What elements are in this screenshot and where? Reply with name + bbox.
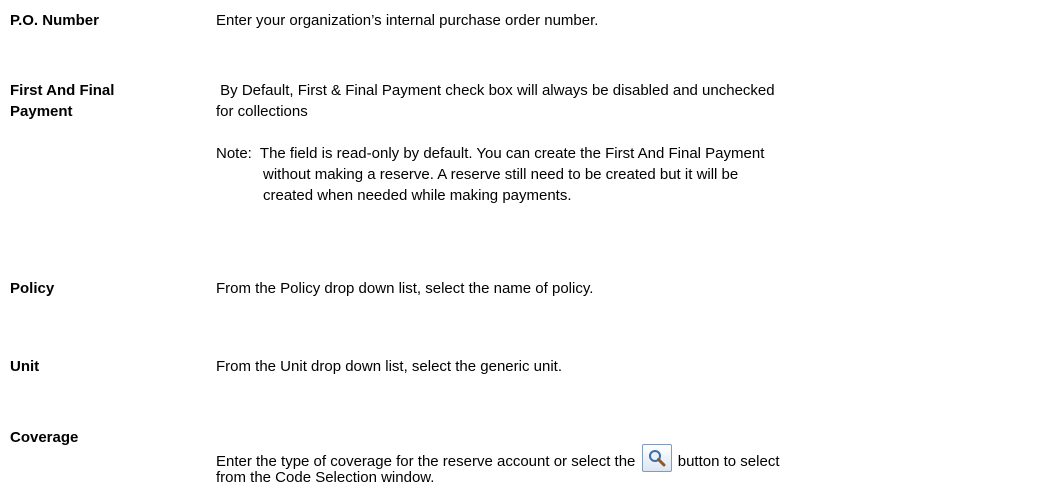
desc-coverage-after-icon: button to select: [677, 453, 780, 470]
code-selection-search-button[interactable]: [641, 444, 672, 472]
term-coverage: Coverage: [10, 429, 79, 446]
desc-po-number: Enter your organization’s internal purch…: [216, 12, 599, 29]
search-icon: [648, 450, 666, 467]
term-unit: Unit: [10, 358, 40, 375]
desc-policy: From the Policy drop down list, select t…: [216, 280, 594, 297]
note-line1: Note: The field is read-only by default.…: [216, 145, 765, 162]
term-policy: Policy: [10, 280, 55, 297]
term-po-number: P.O. Number: [10, 12, 99, 29]
term-first-and-final-payment: First And Final Payment: [10, 82, 115, 120]
note-line2: without making a reserve. A reserve stil…: [263, 166, 739, 183]
desc-coverage-line2: from the Code Selection window.: [216, 469, 435, 486]
note-line3: created when needed while making payment…: [263, 187, 572, 204]
desc-first-final-line2: for collections: [216, 103, 308, 120]
desc-unit: From the Unit drop down list, select the…: [216, 358, 562, 375]
desc-first-final-line1: By Default, First & Final Payment check …: [216, 82, 775, 99]
